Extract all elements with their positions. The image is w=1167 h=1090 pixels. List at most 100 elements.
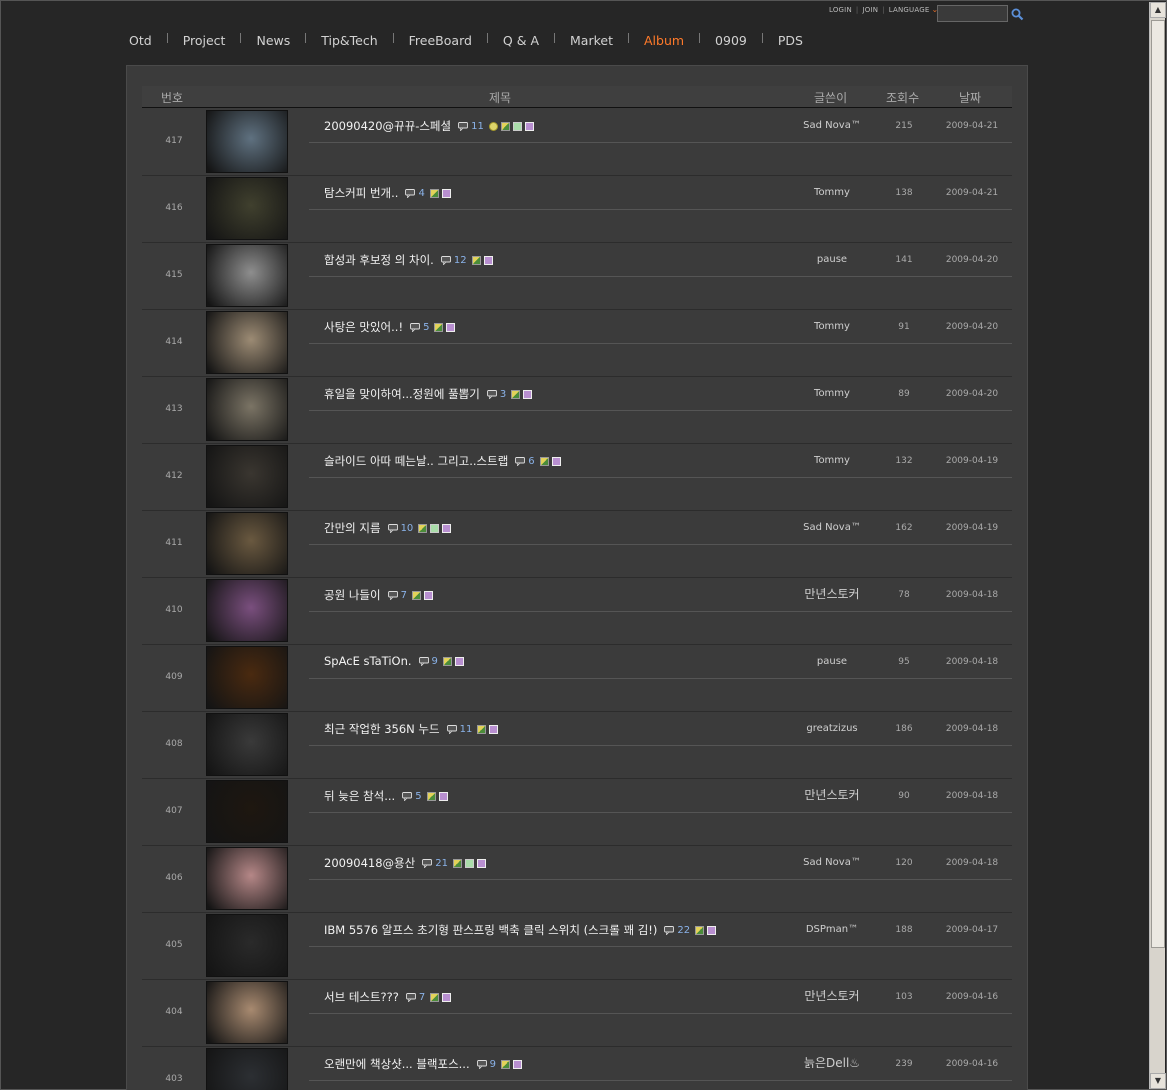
- post-number: 411: [165, 538, 183, 548]
- comment-count: 10: [400, 522, 414, 534]
- media-attachment-icon: [430, 523, 440, 533]
- nav-item-album[interactable]: Album: [644, 31, 684, 51]
- image-attachment-icon: [434, 322, 444, 332]
- post-title-link[interactable]: 사탕은 맛있어..! 5: [324, 319, 456, 335]
- post-title-link[interactable]: 오랜만에 책상샷... 블랙포스... 9: [324, 1056, 522, 1072]
- post-author[interactable]: pause: [792, 656, 872, 667]
- post-author[interactable]: 만년스토커: [792, 585, 872, 602]
- post-title-link[interactable]: 간만의 지름 10: [324, 520, 452, 536]
- nav-item-tip-tech[interactable]: Tip&Tech: [321, 31, 377, 51]
- comment-count: 7: [400, 589, 407, 601]
- nav-divider: [486, 33, 488, 43]
- post-author[interactable]: Tommy: [792, 455, 872, 466]
- post-thumbnail[interactable]: [206, 847, 288, 910]
- nav-divider: [761, 33, 763, 43]
- nav-divider: [627, 33, 629, 43]
- image-attachment-icon: [429, 188, 439, 198]
- post-author[interactable]: 만년스토커: [792, 786, 872, 803]
- post-author[interactable]: DSPman™: [792, 924, 872, 935]
- post-title-link[interactable]: 뒤 늦은 참석... 5: [324, 788, 448, 804]
- nav-item-0909[interactable]: 0909: [715, 31, 747, 51]
- comment-bubble-icon: [410, 322, 421, 332]
- search-input[interactable]: [937, 5, 1008, 22]
- post-author[interactable]: Sad Nova™: [792, 857, 872, 868]
- nav-item-project[interactable]: Project: [183, 31, 226, 51]
- post-thumbnail[interactable]: [206, 780, 288, 843]
- post-thumbnail[interactable]: [206, 579, 288, 642]
- post-title-link[interactable]: 휴일을 맞이하여...정원에 풀뽑기 3: [324, 386, 533, 402]
- scroll-thumb[interactable]: [1151, 20, 1165, 948]
- post-thumbnail[interactable]: [206, 914, 288, 977]
- post-thumbnail[interactable]: [206, 1048, 288, 1090]
- comment-bubble-icon: [440, 255, 451, 265]
- post-title-link[interactable]: 공원 나들이 7: [324, 587, 433, 603]
- post-thumbnail[interactable]: [206, 981, 288, 1044]
- post-title-link[interactable]: 슬라이드 아따 떼는날.. 그리고..스트랩 6: [324, 453, 561, 469]
- post-author[interactable]: 늙은Dell♨: [792, 1054, 872, 1071]
- comment-bubble-icon: [402, 791, 413, 801]
- post-title-link[interactable]: 탐스커피 번개.. 4: [324, 185, 451, 201]
- post-thumbnail[interactable]: [206, 445, 288, 508]
- image-attachment-icon: [539, 456, 549, 466]
- post-author[interactable]: pause: [792, 254, 872, 265]
- image-attachment-icon: [442, 656, 452, 666]
- post-author[interactable]: Sad Nova™: [792, 120, 872, 131]
- post-date: 2009-04-20: [945, 389, 999, 399]
- post-author[interactable]: Tommy: [792, 187, 872, 198]
- header-title: 제목: [489, 91, 512, 105]
- nav-item-market[interactable]: Market: [570, 31, 613, 51]
- nav-item-freeboard[interactable]: FreeBoard: [409, 31, 472, 51]
- login-link[interactable]: LOGIN: [825, 6, 856, 14]
- post-title-link[interactable]: 20090420@뀨뀨-스페셜 11: [324, 118, 534, 134]
- post-thumbnail[interactable]: [206, 311, 288, 374]
- post-thumbnail[interactable]: [206, 713, 288, 776]
- scroll-up-button[interactable]: ▲: [1150, 2, 1166, 18]
- nav-item-news[interactable]: News: [256, 31, 290, 51]
- post-thumbnail[interactable]: [206, 378, 288, 441]
- post-thumbnail[interactable]: [206, 110, 288, 173]
- scroll-down-button[interactable]: ▼: [1150, 1073, 1166, 1089]
- language-link[interactable]: LANGUAGE ⌄: [885, 5, 943, 14]
- nav-item-q-a[interactable]: Q & A: [503, 31, 539, 51]
- post-author[interactable]: Tommy: [792, 321, 872, 332]
- post-author[interactable]: Sad Nova™: [792, 522, 872, 533]
- main-nav: Otd Project News Tip&Tech FreeBoard Q & A Mark…: [129, 31, 803, 51]
- table-row: 404 서브 테스트??? 7 만년스토커 103 2009-04-16: [142, 980, 1012, 1047]
- nav-item-pds[interactable]: PDS: [778, 31, 803, 51]
- post-thumbnail[interactable]: [206, 177, 288, 240]
- scrollbar[interactable]: ▲ ▼: [1149, 2, 1166, 1089]
- post-date: 2009-04-21: [945, 121, 999, 131]
- post-author[interactable]: greatzizus: [792, 723, 872, 734]
- view-count: 138: [895, 188, 913, 198]
- image-attachment-icon: [452, 858, 462, 868]
- nav-item-otd[interactable]: Otd: [129, 31, 152, 51]
- post-title-link[interactable]: 20090418@용산 21: [324, 855, 486, 871]
- post-date: 2009-04-16: [945, 992, 999, 1002]
- search-icon[interactable]: [1011, 8, 1024, 21]
- post-date: 2009-04-18: [945, 657, 999, 667]
- join-link[interactable]: JOIN: [858, 6, 882, 14]
- post-author[interactable]: Tommy: [792, 388, 872, 399]
- post-title-link[interactable]: 서브 테스트??? 7: [324, 989, 452, 1005]
- file-attachment-icon: [441, 188, 451, 198]
- post-author[interactable]: 만년스토커: [792, 987, 872, 1004]
- view-count: 239: [895, 1059, 913, 1069]
- post-number: 410: [165, 605, 183, 615]
- comment-count: 9: [431, 655, 438, 667]
- post-number: 404: [165, 1007, 183, 1017]
- media-attachment-icon: [512, 121, 522, 131]
- post-title-link[interactable]: SpAcE sTaTiOn. 9: [324, 654, 464, 668]
- post-thumbnail[interactable]: [206, 244, 288, 307]
- image-attachment-icon: [471, 255, 481, 265]
- nav-divider: [240, 33, 242, 43]
- post-title-link[interactable]: IBM 5576 알프스 초기형 판스프링 백축 클릭 스위치 (스크롤 꽤 김…: [324, 922, 717, 938]
- post-thumbnail[interactable]: [206, 646, 288, 709]
- file-attachment-icon: [483, 255, 493, 265]
- post-date: 2009-04-18: [945, 590, 999, 600]
- post-title-link[interactable]: 합성과 후보정 의 차이. 12: [324, 252, 493, 268]
- file-attachment-icon: [423, 590, 433, 600]
- file-attachment-icon: [551, 456, 561, 466]
- comment-count: 21: [435, 857, 448, 869]
- post-title-link[interactable]: 최근 작업한 356N 누드 11: [324, 721, 499, 737]
- post-thumbnail[interactable]: [206, 512, 288, 575]
